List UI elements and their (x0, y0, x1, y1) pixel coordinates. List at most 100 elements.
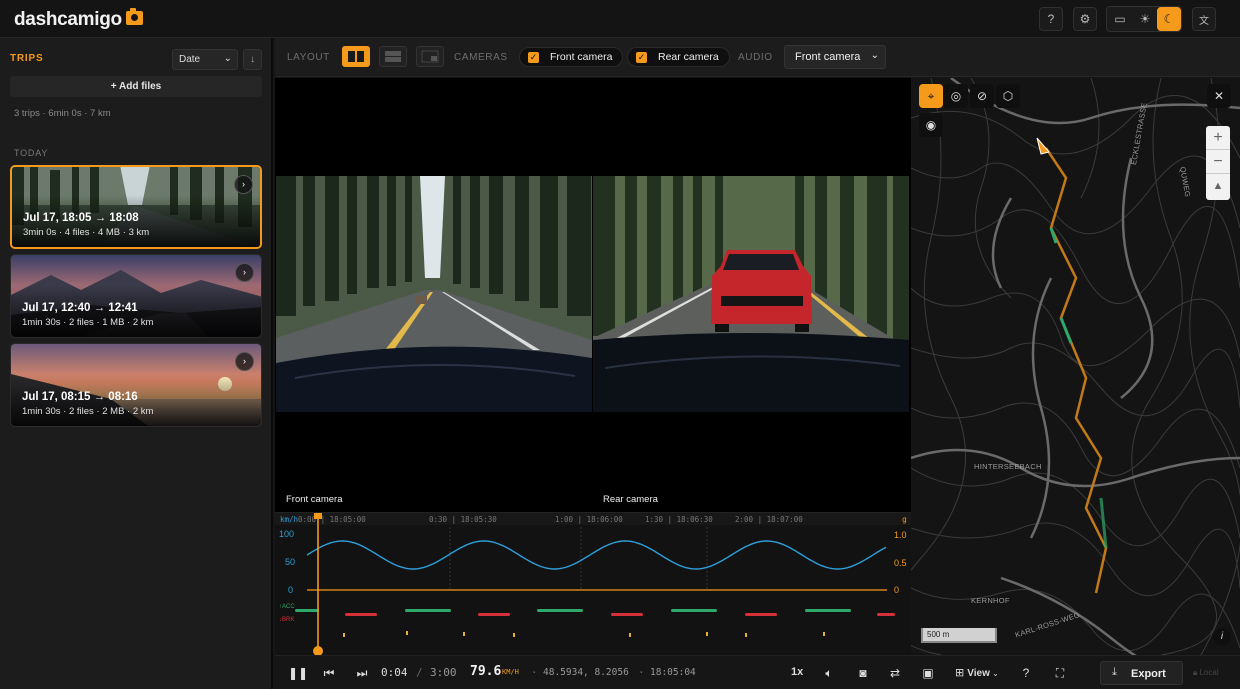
locate-button[interactable]: ◎ (944, 84, 968, 108)
stacked-icon (385, 51, 401, 62)
camera-chip-label: Rear camera (658, 51, 719, 63)
info-icon: i (1220, 631, 1224, 642)
add-files-button[interactable]: + Add files (10, 76, 262, 97)
telemetry-timeline[interactable]: km/h g 0:00 | 18:05:00 0:30 | 18:05:30 1:0… (275, 512, 911, 656)
theme-system-button[interactable]: ▭ (1108, 7, 1132, 31)
map-scale: 500 m (921, 628, 997, 643)
video-viewport[interactable]: Front camera Rear camera (275, 78, 911, 512)
plus-icon: + (110, 81, 119, 92)
theme-dark-button[interactable]: ☾ (1157, 7, 1181, 31)
rear-camera-toggle[interactable]: ✓ Rear camera (627, 47, 730, 67)
trip-title: Jul 17, 08:15 → 08:16 (22, 391, 138, 403)
export-button[interactable]: ⤓ Export (1100, 661, 1183, 685)
compass-icon: ⊘ (976, 89, 988, 103)
export-label: Export (1131, 668, 1166, 680)
layout-side-by-side-button[interactable] (342, 46, 370, 67)
sun-icon: ☀ (1139, 12, 1151, 26)
volume-button[interactable]: 🔈︎ (821, 665, 837, 681)
event-marker (513, 633, 515, 637)
rear-camera-label: Rear camera (603, 494, 658, 505)
reset-north-button[interactable]: ▲ (1206, 174, 1230, 198)
loop-button[interactable]: ⇄ (887, 665, 903, 681)
map-info-button[interactable]: i (1213, 628, 1231, 646)
vehicle-marker (1036, 137, 1050, 155)
front-camera-label: Front camera (286, 494, 343, 505)
acc-label: ↑ACC (279, 604, 295, 610)
g-tick: 0 (894, 585, 899, 595)
zoom-in-button[interactable]: + (1206, 126, 1230, 150)
skip-back-icon: ⏮ (323, 666, 335, 680)
trip-card[interactable]: › Jul 17, 08:15 → 08:16 1min 30s · 2 fil… (10, 343, 262, 427)
theme-light-button[interactable]: ☀ (1133, 7, 1157, 31)
trip-card[interactable]: › Jul 17, 18:05 → 18:08 3min 0s · 4 file… (10, 165, 262, 249)
brk-label: ↓BRK (279, 617, 294, 623)
crosshair-icon: ⌖ (927, 89, 935, 103)
speed-tick: 100 (279, 529, 294, 539)
follow-vehicle-button[interactable]: ⌖ (919, 84, 943, 108)
zoom-out-button[interactable]: − (1206, 150, 1230, 174)
event-marker (343, 633, 345, 637)
chevron-down-icon: ⌄ (223, 53, 232, 64)
current-time: 0:04 (381, 666, 408, 679)
speed-unit-label: km/h (280, 515, 298, 524)
app-logo: dashcamigo (14, 7, 143, 31)
fullscreen-icon: ⛶ (1055, 666, 1065, 680)
route-map[interactable]: ⌖ ◎ ⊘ ⬡ ◉ ✕ + − ▲ ECKLESTRASSE QUWEG HIN… (911, 78, 1240, 655)
help-button[interactable]: ? (1039, 7, 1063, 31)
chevron-right-icon[interactable]: › (235, 352, 254, 371)
time-mark: 0:30 | 18:05:30 (429, 515, 497, 524)
duration: 3:00 (430, 666, 457, 679)
chevron-right-icon[interactable]: › (234, 175, 253, 194)
sort-value: Date (179, 54, 201, 65)
acceleration-bar (671, 609, 717, 612)
layout-pip-button[interactable] (416, 46, 444, 67)
front-camera-frame (276, 176, 592, 412)
settings-button[interactable]: ⚙ (1073, 7, 1097, 31)
recenter-button[interactable]: ◉ (919, 113, 943, 137)
pause-button[interactable]: ❚❚ (288, 665, 308, 681)
clock-time: 18:05:04 (650, 667, 696, 678)
chevron-down-icon: ⌄ (870, 50, 879, 61)
acceleration-bar (805, 609, 851, 612)
volume-icon: 🔈︎ (825, 666, 833, 680)
view-menu-button[interactable]: ⊞ View ⌄ (955, 666, 999, 679)
braking-bar (745, 613, 777, 616)
fullscreen-button[interactable]: ⛶ (1052, 665, 1068, 681)
snapshot-button[interactable]: ◙ (855, 665, 871, 681)
next-button[interactable]: ⏭ (354, 665, 370, 681)
language-button[interactable]: 文 (1192, 7, 1216, 31)
playback-rate-button[interactable]: 1x (791, 666, 803, 678)
sort-direction-button[interactable]: ↓ (243, 49, 262, 70)
gear-icon: ⚙ (1079, 12, 1091, 26)
pause-icon: ❚❚ (288, 666, 309, 680)
3d-view-button[interactable]: ⬡ (996, 84, 1020, 108)
help-button[interactable]: ? (1018, 665, 1034, 681)
acceleration-bar (537, 609, 583, 612)
trip-card[interactable]: › Jul 17, 12:40 → 12:41 1min 30s · 2 fil… (10, 254, 262, 338)
arrow-down-icon: ↓ (250, 54, 255, 65)
download-icon: ⤓ (1112, 666, 1117, 678)
time-mark: 1:00 | 18:06:00 (555, 515, 623, 524)
app-title: dashcamigo (14, 9, 122, 30)
sort-select[interactable]: Date ⌄ (172, 49, 238, 70)
trip-title: Jul 17, 18:05 → 18:08 (23, 212, 139, 224)
local-label: Local (1199, 668, 1219, 677)
pip-button[interactable]: ▣ (920, 665, 936, 681)
audio-label: AUDIO (738, 52, 773, 63)
front-camera-toggle[interactable]: ✓ Front camera (519, 47, 624, 67)
close-map-button[interactable]: ✕ (1207, 84, 1231, 108)
layout-label: LAYOUT (287, 52, 330, 63)
playhead-top (314, 513, 322, 519)
previous-button[interactable]: ⏮ (321, 665, 337, 681)
side-by-side-icon (348, 51, 364, 62)
video-frames (276, 176, 909, 412)
compass-button[interactable]: ⊘ (970, 84, 994, 108)
audio-source-select[interactable]: Front camera ⌄ (784, 45, 886, 69)
chevron-right-icon[interactable]: › (235, 263, 254, 282)
cube-icon: ⬡ (1002, 89, 1014, 103)
checkbox-checked-icon: ✓ (636, 52, 647, 63)
map-canvas (911, 78, 1240, 655)
layout-stacked-button[interactable] (379, 46, 407, 67)
braking-bar (478, 613, 510, 616)
speed-tick: 50 (285, 557, 295, 567)
